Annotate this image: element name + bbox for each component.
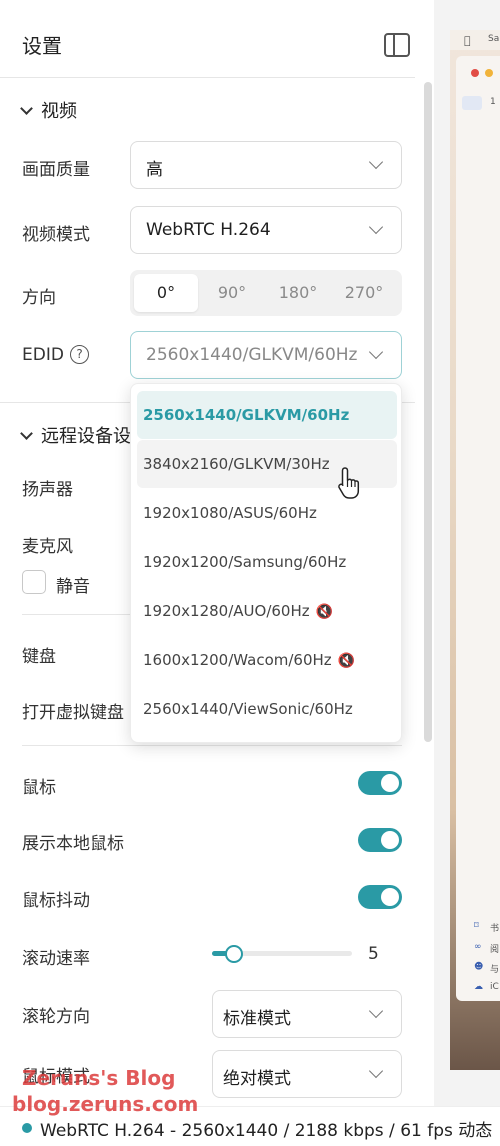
- window-minimize-icon: [485, 69, 493, 77]
- chevron-down-icon: [368, 344, 384, 360]
- speaker-label: 扬声器: [22, 480, 73, 500]
- divider: [22, 745, 402, 746]
- scroll-rate-slider-thumb[interactable]: [225, 945, 243, 963]
- hand-pointer-cursor-icon: [338, 467, 360, 499]
- edid-dropdown-menu: 2560x1440/GLKVM/60Hz 3840x2160/GLKVM/30H…: [130, 383, 402, 743]
- video-mode-select[interactable]: WebRTC H.264: [130, 206, 402, 254]
- quality-label: 画面质量: [22, 160, 90, 180]
- edid-select[interactable]: 2560x1440/GLKVM/60Hz: [130, 331, 402, 379]
- scroll-rate-label: 滚动速率: [22, 949, 90, 969]
- wheel-direction-select[interactable]: 标准模式: [212, 990, 402, 1038]
- orientation-label: 方向: [22, 288, 56, 308]
- chevron-down-icon: [368, 154, 384, 170]
- video-section-title: 视频: [41, 101, 77, 122]
- bookmark-icon: ⌑: [474, 921, 479, 931]
- mic-label: 麦克风: [22, 537, 73, 557]
- remote-tab-text: 1: [490, 97, 496, 107]
- mouse-mode-select[interactable]: 绝对模式: [212, 1050, 402, 1098]
- people-icon: ☻: [474, 962, 484, 972]
- show-local-mouse-label: 展示本地鼠标: [22, 834, 124, 854]
- connection-status-dot: [22, 1123, 32, 1133]
- edid-option[interactable]: 2560x1440/ViewSonic/60Hz: [137, 685, 397, 733]
- remote-sidebar-item: 阅: [490, 945, 500, 955]
- speaker-muted-icon: 🔇: [337, 653, 356, 669]
- video-mode-value: WebRTC H.264: [146, 220, 271, 240]
- orientation-option-90[interactable]: 90°: [200, 274, 264, 312]
- mouse-mode-value: 绝对模式: [223, 1069, 291, 1089]
- edid-option[interactable]: 1920x1280/AUO/60Hz 🔇: [137, 587, 397, 635]
- mouse-label: 鼠标: [22, 778, 56, 798]
- watermark-line-2: blog.zeruns.com: [12, 1092, 199, 1116]
- sidebar-toggle-icon[interactable]: [384, 33, 410, 57]
- window-close-icon: [471, 69, 479, 77]
- stream-status-text: WebRTC H.264 - 2560x1440 / 2188 kbps / 6…: [40, 1121, 493, 1141]
- orientation-option-270[interactable]: 270°: [332, 274, 396, 312]
- show-local-mouse-toggle[interactable]: [358, 828, 402, 852]
- chevron-down-icon: [20, 101, 33, 115]
- edid-option[interactable]: 2560x1440/GLKVM/60Hz: [137, 391, 397, 439]
- watermark-line-1: Zeruns's Blog: [22, 1066, 176, 1090]
- quality-select[interactable]: 高: [130, 141, 402, 189]
- chevron-down-icon: [368, 1063, 384, 1079]
- panel-header: 设置: [0, 0, 415, 78]
- remote-tab-chip: [462, 96, 482, 110]
- remote-sidebar-item: 与: [490, 965, 500, 975]
- edid-option-label: 1600x1200/Wacom/60Hz: [143, 651, 332, 669]
- remote-sidebar-item: 书: [490, 924, 500, 934]
- edid-option-label: 1920x1080/ASUS/60Hz: [143, 504, 317, 522]
- video-mode-label: 视频模式: [22, 225, 90, 245]
- edid-label: EDID: [22, 345, 64, 365]
- quality-value: 高: [146, 160, 163, 180]
- chevron-down-icon: [368, 1003, 384, 1019]
- settings-panel: 设置 视频 画面质量 高 视频模式 WebRTC H.264 方向 0° 90°…: [0, 0, 432, 1106]
- edid-option-label: 2560x1440/GLKVM/60Hz: [143, 406, 350, 424]
- help-icon[interactable]: ?: [70, 345, 89, 364]
- app-root: 设置 视频 画面质量 高 视频模式 WebRTC H.264 方向 0° 90°…: [0, 0, 500, 1146]
- cloud-icon: ☁: [474, 982, 483, 992]
- mute-label: 静音: [56, 577, 90, 597]
- keyboard-label: 键盘: [22, 647, 56, 667]
- edid-option-label: 1920x1280/AUO/60Hz: [143, 602, 310, 620]
- edid-option-label: 3840x2160/GLKVM/30Hz: [143, 455, 330, 473]
- chevron-down-icon: [20, 426, 33, 440]
- orientation-option-180[interactable]: 180°: [266, 274, 330, 312]
- edid-option[interactable]: 1920x1200/Samsung/60Hz: [137, 538, 397, 586]
- wheel-direction-value: 标准模式: [223, 1009, 291, 1029]
- apple-logo-icon: : [464, 34, 471, 47]
- wheel-direction-label: 滚轮方向: [22, 1007, 90, 1027]
- edid-option-label: 2560x1440/ViewSonic/60Hz: [143, 700, 353, 718]
- mouse-toggle[interactable]: [358, 771, 402, 795]
- orientation-option-0[interactable]: 0°: [134, 274, 198, 312]
- edid-option-label: 1920x1200/Samsung/60Hz: [143, 553, 347, 571]
- edid-value: 2560x1440/GLKVM/60Hz: [146, 345, 358, 365]
- mouse-jiggle-toggle[interactable]: [358, 885, 402, 909]
- mouse-jiggle-label: 鼠标抖动: [22, 891, 90, 911]
- remote-sidebar-item: iC: [490, 982, 499, 992]
- edid-option[interactable]: 1600x1200/Wacom/60Hz 🔇: [137, 636, 397, 684]
- remote-menubar:  Sa: [450, 30, 500, 50]
- chevron-down-icon: [368, 219, 384, 235]
- panel-title: 设置: [22, 34, 62, 58]
- speaker-muted-icon: 🔇: [315, 604, 334, 620]
- menubar-text: Sa: [488, 34, 500, 44]
- panel-scrollbar[interactable]: [424, 82, 432, 742]
- orientation-segmented-control: 0° 90° 180° 270°: [130, 270, 402, 316]
- scroll-rate-value: 5: [368, 944, 379, 964]
- remote-window: [456, 56, 500, 1001]
- virtual-keyboard-label[interactable]: 打开虚拟键盘: [22, 698, 124, 723]
- video-section-header[interactable]: 视频: [20, 97, 77, 123]
- glasses-icon: ∞: [474, 942, 482, 952]
- mute-checkbox[interactable]: [22, 570, 46, 594]
